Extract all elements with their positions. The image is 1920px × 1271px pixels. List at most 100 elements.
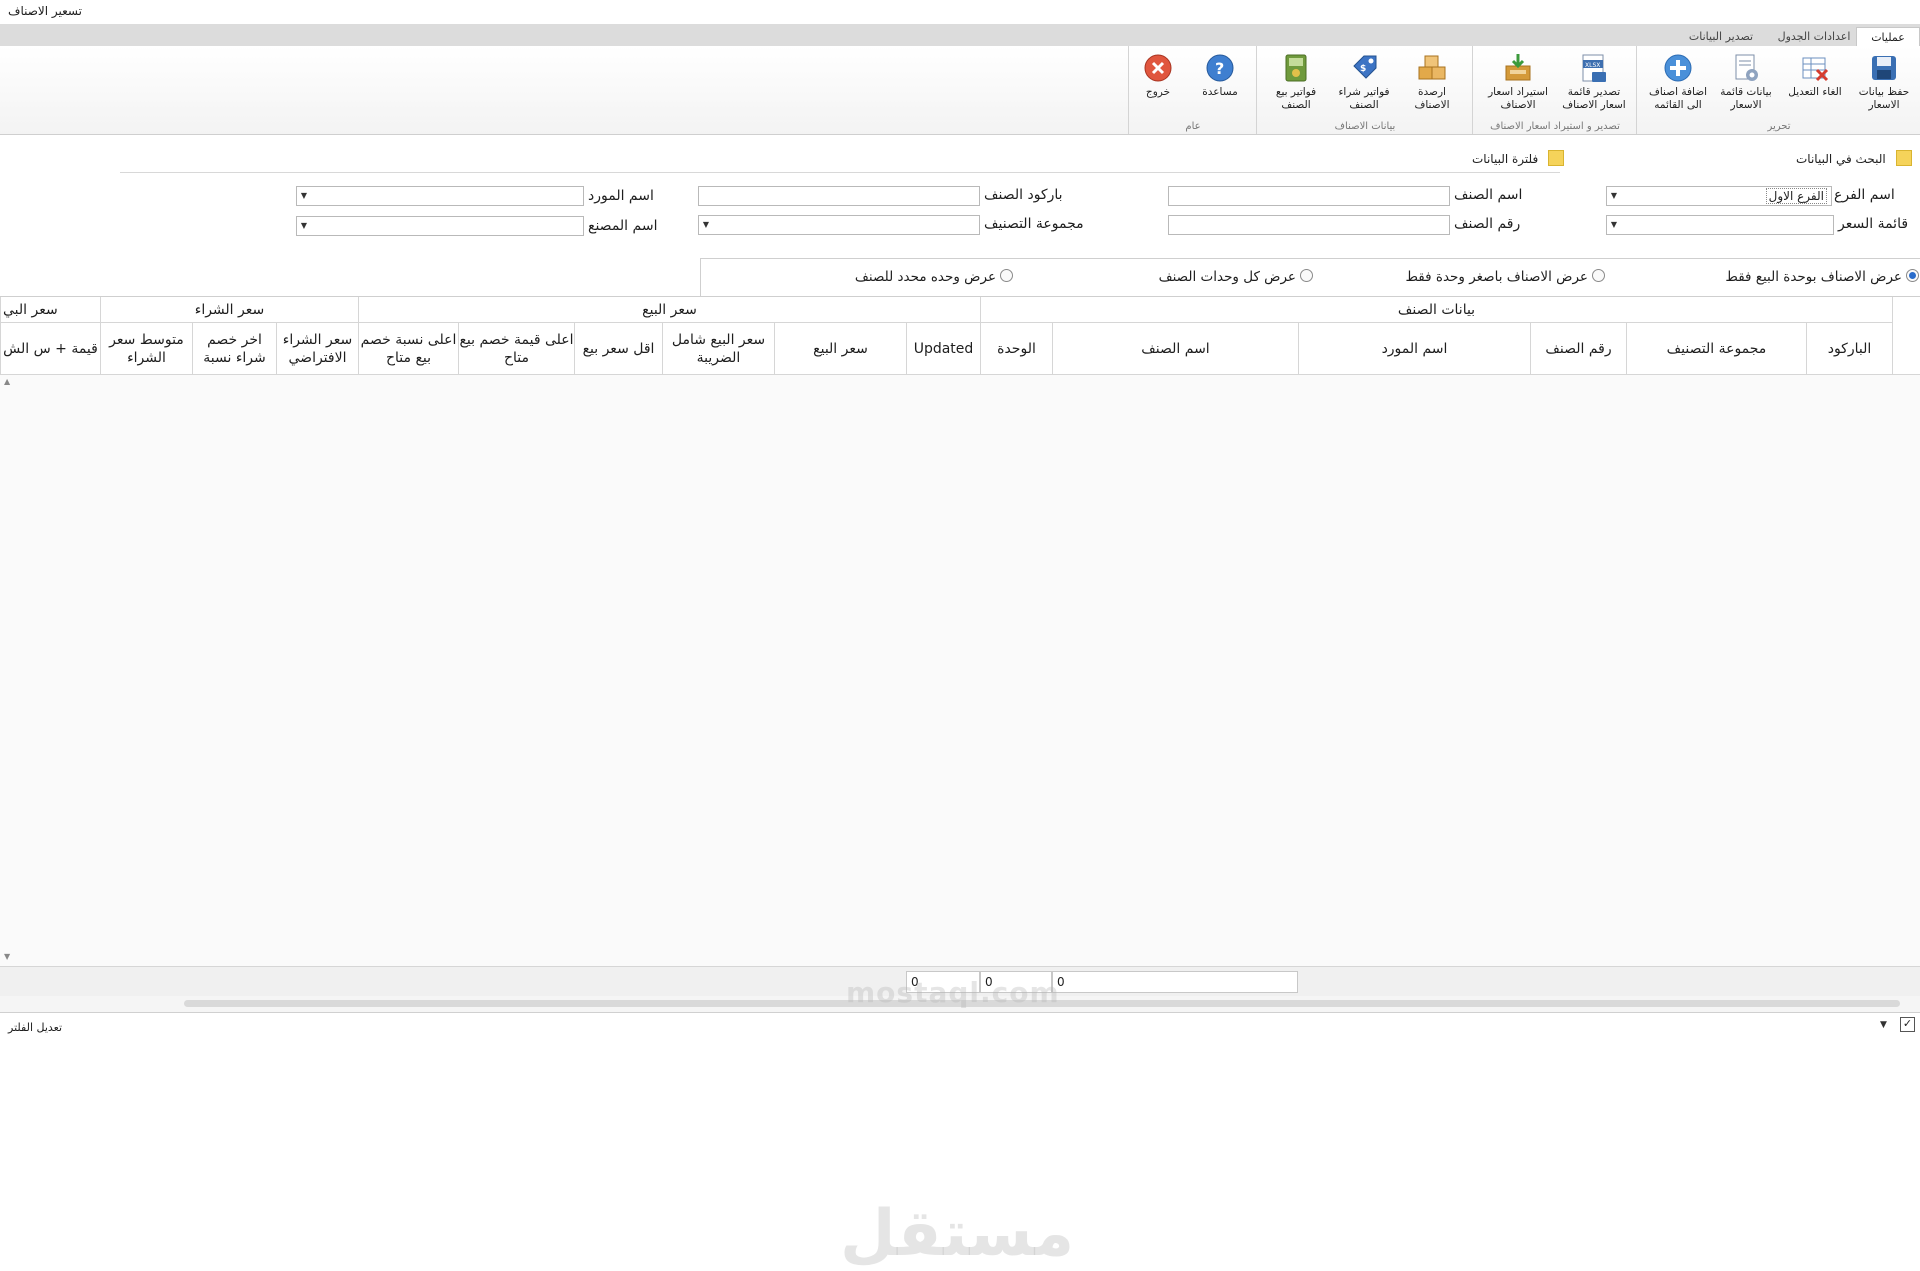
branch-label: اسم الفرع: [1834, 187, 1895, 203]
radio-specific-unit[interactable]: عرض وحده محدد للصنف: [855, 269, 1013, 285]
svg-text:$: $: [1360, 64, 1366, 74]
supplier-label: اسم المورد: [588, 188, 654, 204]
ribbon-group-items-data: ارصدة الاصناف $ فواتير شراء الصنف فواتير…: [1256, 46, 1473, 134]
watermark-logo: مستقل: [840, 1197, 1075, 1271]
search-section-title: البحث في البيانات: [1796, 152, 1886, 166]
price-list-combo[interactable]: ▼: [1606, 215, 1834, 235]
scroll-down-icon[interactable]: ▼: [4, 952, 10, 961]
manufacturer-label: اسم المصنع: [588, 218, 658, 234]
purchase-invoices-label: فواتير شراء الصنف: [1338, 86, 1390, 111]
chevron-down-icon: ▼: [300, 221, 308, 230]
price-list-label: قائمة السعر: [1838, 216, 1909, 232]
filter-section-header: فلترة البيانات: [1472, 150, 1565, 166]
ribbon-group-items-data-label: بيانات الاصناف: [1334, 121, 1396, 132]
section-divider: [120, 172, 1560, 173]
col-last-purchase-discount[interactable]: اخر خصم شراء نسبة: [192, 323, 276, 375]
floppy-icon: [1872, 56, 1896, 80]
price-list-data-label: بيانات قائمة الاسعار: [1720, 86, 1772, 111]
barcode-input[interactable]: [698, 186, 980, 206]
category-combo[interactable]: ▼: [698, 215, 980, 235]
ribbon-group-edit: حفظ بيانات الاسعار الغاء التعديل بيانات …: [1636, 46, 1920, 134]
branch-combo[interactable]: ▼ الفرع الاول: [1606, 186, 1832, 206]
edit-filter-link[interactable]: تعديل الفلتر: [8, 1021, 62, 1034]
radio-unselected-icon: [1592, 269, 1605, 282]
col-category[interactable]: مجموعة التصنيف: [1626, 323, 1806, 375]
cancel-edit-label: الغاء التعديل: [1788, 86, 1842, 98]
item-name-label: اسم الصنف: [1454, 187, 1523, 203]
col-sale-price[interactable]: سعر البيع: [774, 323, 906, 375]
status-bar: تعديل الفلتر ▼ ✓: [0, 1012, 1920, 1041]
col-updated[interactable]: Updated: [906, 323, 980, 375]
ribbon-group-general-label: عام: [1185, 121, 1201, 132]
cancel-edit-button[interactable]: الغاء التعديل: [1782, 50, 1848, 122]
svg-text:?: ?: [1215, 59, 1224, 78]
boxes-icon: [1418, 55, 1446, 80]
price-list-data-button[interactable]: بيانات قائمة الاسعار: [1713, 50, 1779, 122]
sum-item-name: 0: [1052, 971, 1298, 993]
save-prices-button[interactable]: حفظ بيانات الاسعار: [1851, 50, 1917, 122]
window-title: تسعير الاصناف: [8, 4, 82, 18]
item-name-input[interactable]: [1168, 186, 1450, 206]
import-prices-label: استيراد اسعار الاصناف: [1488, 86, 1548, 111]
radio-smallest-unit-label: عرض الاصناف باصغر وحدة فقط: [1405, 269, 1588, 285]
item-no-input[interactable]: [1168, 215, 1450, 235]
cancel-table-icon: [1802, 57, 1829, 82]
radio-all-units-label: عرض كل وحدات الصنف: [1158, 269, 1296, 285]
radio-all-units[interactable]: عرض كل وحدات الصنف: [1159, 269, 1313, 285]
purchase-invoices-button[interactable]: $ فواتير شراء الصنف: [1331, 50, 1397, 122]
manufacturer-combo[interactable]: ▼: [296, 216, 584, 236]
item-balances-button[interactable]: ارصدة الاصناف: [1399, 50, 1465, 122]
exit-label: خروج: [1145, 86, 1171, 98]
close-circle-icon: [1144, 54, 1172, 82]
tab-table-settings[interactable]: اعدادات الجدول: [1776, 27, 1852, 46]
tab-export-data[interactable]: تصدير البيانات: [1680, 27, 1762, 46]
filter-enabled-checkbox[interactable]: ✓: [1900, 1017, 1915, 1032]
col-unit[interactable]: الوحدة: [980, 323, 1052, 375]
col-barcode[interactable]: الباركود: [1806, 323, 1892, 375]
export-price-list-button[interactable]: XLSX تصدير قائمة اسعار الاصناف: [1561, 50, 1627, 122]
exit-button[interactable]: خروج: [1125, 50, 1191, 122]
col-item-name[interactable]: اسم الصنف: [1052, 323, 1298, 375]
add-items-button[interactable]: اضافة اصناف الى القائمه: [1645, 50, 1711, 122]
col-supplier[interactable]: اسم المورد: [1298, 323, 1530, 375]
filter-section-icon: [1548, 150, 1565, 166]
help-button[interactable]: ? مساعدة: [1187, 50, 1253, 122]
barcode-label: باركود الصنف: [984, 187, 1063, 203]
row-indicator-header: [1892, 297, 1920, 375]
band-item-data: بيانات الصنف: [980, 297, 1892, 323]
chevron-down-icon: ▼: [702, 220, 710, 229]
radio-sale-unit-only[interactable]: عرض الاصناف بوحدة البيع فقط: [1725, 269, 1919, 285]
col-sale-price-incl-tax[interactable]: سعر البيع شامل الضريبة: [662, 323, 774, 375]
col-default-purchase-price[interactable]: سعر الشراء الافتراضي: [276, 323, 358, 375]
col-item-no[interactable]: رقم الصنف: [1530, 323, 1626, 375]
scroll-up-icon[interactable]: ▲: [4, 377, 10, 386]
sales-invoices-button[interactable]: فواتير بيع الصنف: [1263, 50, 1329, 122]
ribbon: حفظ بيانات الاسعار الغاء التعديل بيانات …: [0, 46, 1920, 135]
col-max-discount-value[interactable]: اعلى قيمة خصم بيع متاح: [458, 323, 574, 375]
document-gear-icon: [1735, 54, 1758, 81]
save-prices-label: حفظ بيانات الاسعار: [1858, 86, 1910, 111]
band-purchase-price: سعر الشراء: [100, 297, 358, 323]
col-avg-purchase-price[interactable]: متوسط سعر الشراء: [100, 323, 192, 375]
item-no-label: رقم الصنف: [1454, 216, 1521, 232]
radio-unselected-icon: [1300, 269, 1313, 282]
ribbon-group-export-import-label: تصدير و استيراد اسعار الاصناف: [1490, 121, 1620, 132]
supplier-combo[interactable]: ▼: [296, 186, 584, 206]
xlsx-export-icon: XLSX: [1582, 54, 1606, 82]
title-bar: تسعير الاصناف: [0, 0, 1920, 24]
price-tag-icon: $: [1353, 55, 1377, 79]
filter-section-title: فلترة البيانات: [1472, 152, 1539, 166]
radio-specific-unit-label: عرض وحده محدد للصنف: [854, 269, 996, 285]
search-section-header: البحث في البيانات: [1796, 150, 1912, 166]
radio-smallest-unit[interactable]: عرض الاصناف باصغر وحدة فقط: [1405, 269, 1605, 285]
tab-operations[interactable]: عمليات: [1856, 27, 1920, 47]
col-value-plus-tax[interactable]: قيمة + س الش: [0, 323, 100, 375]
chevron-down-icon[interactable]: ▼: [1880, 1020, 1887, 1030]
col-max-discount-percent[interactable]: اعلى نسبة خصم بيع متاح: [358, 323, 458, 375]
import-prices-button[interactable]: استيراد اسعار الاصناف: [1485, 50, 1551, 122]
watermark-url: mostaql.com: [846, 976, 1060, 1009]
ribbon-group-edit-label: تحرير: [1767, 121, 1791, 132]
pricing-grid[interactable]: بيانات الصنف سعر البيع سعر الشراء سعر ال…: [0, 296, 1920, 1271]
col-min-sale-price[interactable]: اقل سعر بيع: [574, 323, 662, 375]
chevron-down-icon: ▼: [1610, 191, 1618, 200]
